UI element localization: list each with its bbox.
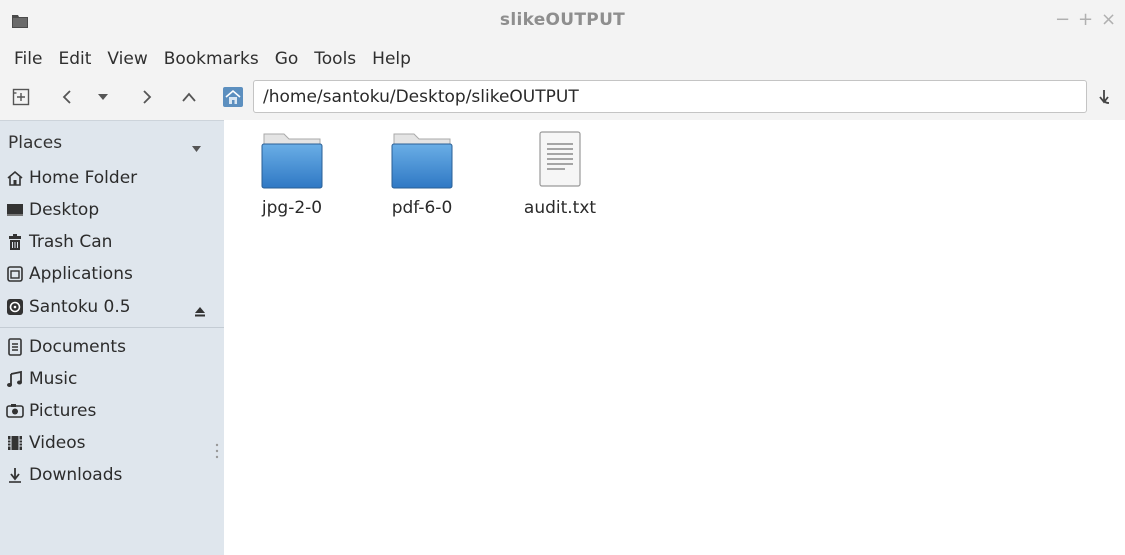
sidebar-item-label: Documents [29, 337, 126, 357]
home-icon [6, 169, 24, 187]
menu-view[interactable]: View [99, 42, 155, 76]
sidebar-item-home-folder[interactable]: Home Folder [6, 164, 211, 192]
videos-icon [6, 434, 24, 452]
file-item-folder[interactable]: pdf-6-0 [362, 130, 482, 218]
sidebar-item-label: Downloads [29, 465, 123, 485]
disc-icon [6, 298, 24, 316]
sidebar-item-label: Trash Can [29, 232, 113, 252]
sidebar-resize-handle[interactable] [215, 443, 219, 463]
sidebar-item-label: Videos [29, 433, 86, 453]
menu-edit[interactable]: Edit [50, 42, 99, 76]
forward-button[interactable] [134, 83, 160, 111]
file-name: audit.txt [523, 198, 597, 218]
music-icon [6, 370, 24, 388]
sidebar-item-label: Applications [29, 264, 133, 284]
title-bar: slikeOUTPUT − + × [0, 0, 1125, 42]
home-button[interactable] [220, 83, 246, 111]
sidebar-item-label: Santoku 0.5 [29, 297, 131, 317]
up-button[interactable] [176, 83, 202, 111]
documents-icon [6, 338, 24, 356]
location-bar [253, 80, 1087, 113]
applications-icon [6, 265, 24, 283]
sidebar-item-santoku[interactable]: Santoku 0.5 [6, 293, 211, 321]
new-tab-button[interactable] [8, 83, 34, 111]
places-dropdown-icon[interactable] [191, 138, 202, 157]
back-icon [62, 90, 71, 104]
history-dropdown-button[interactable] [90, 83, 116, 111]
close-button[interactable]: × [1101, 9, 1116, 30]
toolbar [0, 76, 1125, 120]
sidebar-item-label: Home Folder [29, 168, 138, 188]
pictures-icon [6, 402, 24, 420]
sidebar-item-label: Music [29, 369, 78, 389]
sidebar-item-applications[interactable]: Applications [6, 260, 211, 288]
file-item-folder[interactable]: jpg-2-0 [232, 130, 352, 218]
window-title: slikeOUTPUT [499, 10, 626, 30]
new-tab-icon [12, 88, 30, 106]
desktop-icon [6, 201, 24, 219]
file-name: pdf-6-0 [391, 198, 453, 218]
file-item-text-file[interactable]: audit.txt [500, 130, 620, 218]
window-controls: − + × [1055, 9, 1116, 30]
folder-icon [261, 133, 323, 189]
minimize-button[interactable]: − [1055, 9, 1070, 30]
sidebar-item-label: Pictures [29, 401, 97, 421]
menu-help[interactable]: Help [364, 42, 419, 76]
sidebar-item-desktop[interactable]: Desktop [6, 196, 211, 224]
sidebar-item-documents[interactable]: Documents [6, 333, 211, 361]
sidebar-item-videos[interactable]: Videos [6, 429, 211, 457]
sidebar-separator [0, 327, 224, 328]
menu-file[interactable]: File [6, 42, 50, 76]
sidebar-item-music[interactable]: Music [6, 365, 211, 393]
sidebar-item-downloads[interactable]: Downloads [6, 461, 211, 489]
home-icon [223, 87, 243, 107]
downloads-icon [6, 466, 24, 484]
history-dropdown-icon [98, 94, 108, 100]
menu-go[interactable]: Go [267, 42, 307, 76]
menu-bar: File Edit View Bookmarks Go Tools Help [0, 42, 1125, 76]
go-icon [1099, 90, 1110, 104]
forward-icon [143, 90, 152, 104]
go-button[interactable] [1092, 84, 1120, 112]
places-sidebar: Places Home Folder Desktop Trash Can App… [0, 120, 224, 555]
file-view[interactable]: jpg-2-0 pdf-6-0 audit.txt [224, 120, 1125, 555]
sidebar-item-trash-can[interactable]: Trash Can [6, 228, 211, 256]
places-header[interactable]: Places [8, 133, 208, 155]
menu-tools[interactable]: Tools [306, 42, 364, 76]
text-file-icon [539, 131, 581, 187]
maximize-button[interactable]: + [1078, 9, 1093, 30]
up-icon [182, 92, 196, 102]
sidebar-item-pictures[interactable]: Pictures [6, 397, 211, 425]
file-name: jpg-2-0 [261, 198, 323, 218]
folder-icon [391, 133, 453, 189]
eject-icon[interactable] [194, 302, 206, 321]
path-input[interactable] [263, 86, 1086, 107]
trash-icon [6, 233, 24, 251]
back-button[interactable] [54, 83, 80, 111]
sidebar-item-label: Desktop [29, 200, 100, 220]
menu-bookmarks[interactable]: Bookmarks [156, 42, 267, 76]
